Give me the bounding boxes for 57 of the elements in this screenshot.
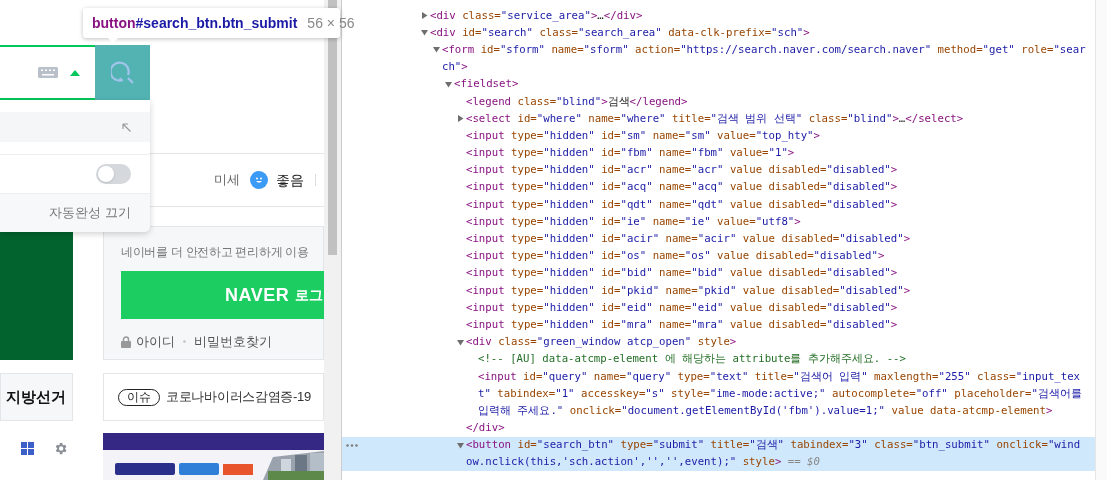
code-line[interactable]: <input type="hidden" id="pkid" name="pkid" value disabled="disabled"> [466, 282, 911, 299]
find-password-link[interactable]: 비밀번호찾기 [194, 332, 272, 352]
code-line[interactable]: <input type="hidden" id="eid" name="eid" value disabled="disabled"> [466, 299, 898, 316]
code-line[interactable]: <input type="hidden" id="mra" name="mra" value disabled="disabled"> [466, 316, 898, 333]
code-line[interactable]: <div class="green_window atcp_open" style> [466, 334, 737, 351]
code-line[interactable]: t" tabindex="1" accesskey="s" style="ime-mode:active;" autocomplete="off" placeholder="검색어를 [478, 385, 1082, 402]
code-line[interactable]: ch"> [442, 59, 468, 76]
code-line[interactable]: <div id="search" class="search_area" data-clk-prefix="sch"> [430, 24, 810, 41]
code-line[interactable]: <input type="hidden" id="sm" name="sm" value="top_hty"> [466, 127, 820, 144]
code-line[interactable]: <!-- [AU] data-atcmp-element 에 해당하는 attribute를 추가해주세요. --> [478, 351, 906, 368]
code-line[interactable]: 입력해 주세요." onclick="document.getElementById('fbm').value=1;" value data-atcmp-element> [478, 402, 1053, 419]
code-line[interactable]: <input type="hidden" id="acr" name="acr" value disabled="disabled"> [466, 162, 898, 179]
code-line[interactable]: <input type="hidden" id="qdt" name="qdt" value disabled="disabled"> [466, 196, 898, 213]
login-message: 네이버를 더 안전하고 편리하게 이용 [121, 244, 310, 260]
code-line[interactable]: <input type="hidden" id="bid" name="bid" value disabled="disabled"> [466, 265, 898, 282]
more-icon[interactable] [346, 443, 358, 447]
expanded-triangle-icon[interactable] [457, 338, 464, 346]
element-selector: button#search_btn.btn_submit [92, 13, 298, 33]
arrow-up-left-icon[interactable] [122, 122, 131, 132]
code-line[interactable]: <legend class="blind">검색</legend> [466, 93, 688, 110]
caret-up-icon[interactable] [70, 69, 80, 76]
code-line[interactable]: <input type="hidden" id="acir" name="acir" value disabled="disabled"> [466, 231, 911, 248]
code-line[interactable]: <input type="hidden" id="os" name="os" value disabled="disabled"> [466, 248, 885, 265]
smiley-icon [250, 171, 268, 189]
code-line[interactable]: <fieldset> [454, 76, 519, 93]
find-id-link[interactable]: 아이디 [136, 332, 175, 352]
code-line[interactable]: </div> [466, 420, 505, 437]
scrollbar[interactable] [324, 0, 341, 480]
grid-icon[interactable] [21, 442, 34, 455]
settings-icon[interactable] [53, 441, 68, 456]
code-line[interactable]: <input type="hidden" id="ie" name="ie" value="utf8"> [466, 213, 801, 230]
search-icon [110, 60, 135, 85]
collapsed-triangle-icon[interactable] [457, 115, 464, 123]
keyboard-icon[interactable] [38, 67, 58, 78]
expanded-triangle-icon[interactable] [421, 29, 428, 37]
code-line[interactable]: <button id="search_btn" type="submit" title="검색" tabindex="3" class="btn_submit" onclick="wind [466, 437, 1081, 454]
toggle-switch[interactable] [96, 164, 131, 184]
scrollbar[interactable] [1095, 0, 1107, 480]
expanded-triangle-icon[interactable] [457, 441, 464, 449]
expanded-triangle-icon[interactable] [445, 80, 452, 88]
code-line[interactable]: <select id="where" name="where" title="검색 범위 선택" class="blind">…</select> [466, 110, 964, 127]
disable-autocomplete-link[interactable]: 자동완성 끄기 [49, 203, 131, 223]
collapsed-triangle-icon[interactable] [421, 12, 428, 20]
issue-headline[interactable]: 코로나바이러스감염증-19 [166, 387, 311, 407]
weather-status: 좋음 [276, 170, 304, 190]
code-line[interactable]: <input type="hidden" id="fbm" name="fbm" value="1"> [466, 145, 795, 162]
tab[interactable]: 지방선거 [0, 373, 73, 421]
code-line[interactable]: <input id="query" name="query" type="text" title="검색어 입력" maxlength="255" class="input_tex [478, 368, 1081, 385]
code-line[interactable]: <div class="service_area">…</div> [430, 7, 643, 24]
expanded-triangle-icon[interactable] [433, 46, 440, 54]
code-line[interactable]: ow.nclick(this,'sch.action','','',event);" style> == $0 [466, 454, 820, 471]
lock-icon [121, 335, 131, 348]
selected-node-highlight[interactable]: <button id="search_btn" type="submit" title="검색" tabindex="3" class="btn_submit" onclick="wind ow.nclick(this,'sch.action','','',event);" style> == $0 [342, 436, 1095, 472]
weather-label: 미세 [214, 171, 240, 190]
code-line[interactable]: <input type="hidden" id="acq" name="acq" value disabled="disabled"> [466, 179, 898, 196]
code-line[interactable]: <form id="sform" name="sform" action="https://search.naver.com/search.naver" method="get" role="sear [442, 41, 1086, 58]
element-size: 56 × 56 [307, 13, 355, 33]
